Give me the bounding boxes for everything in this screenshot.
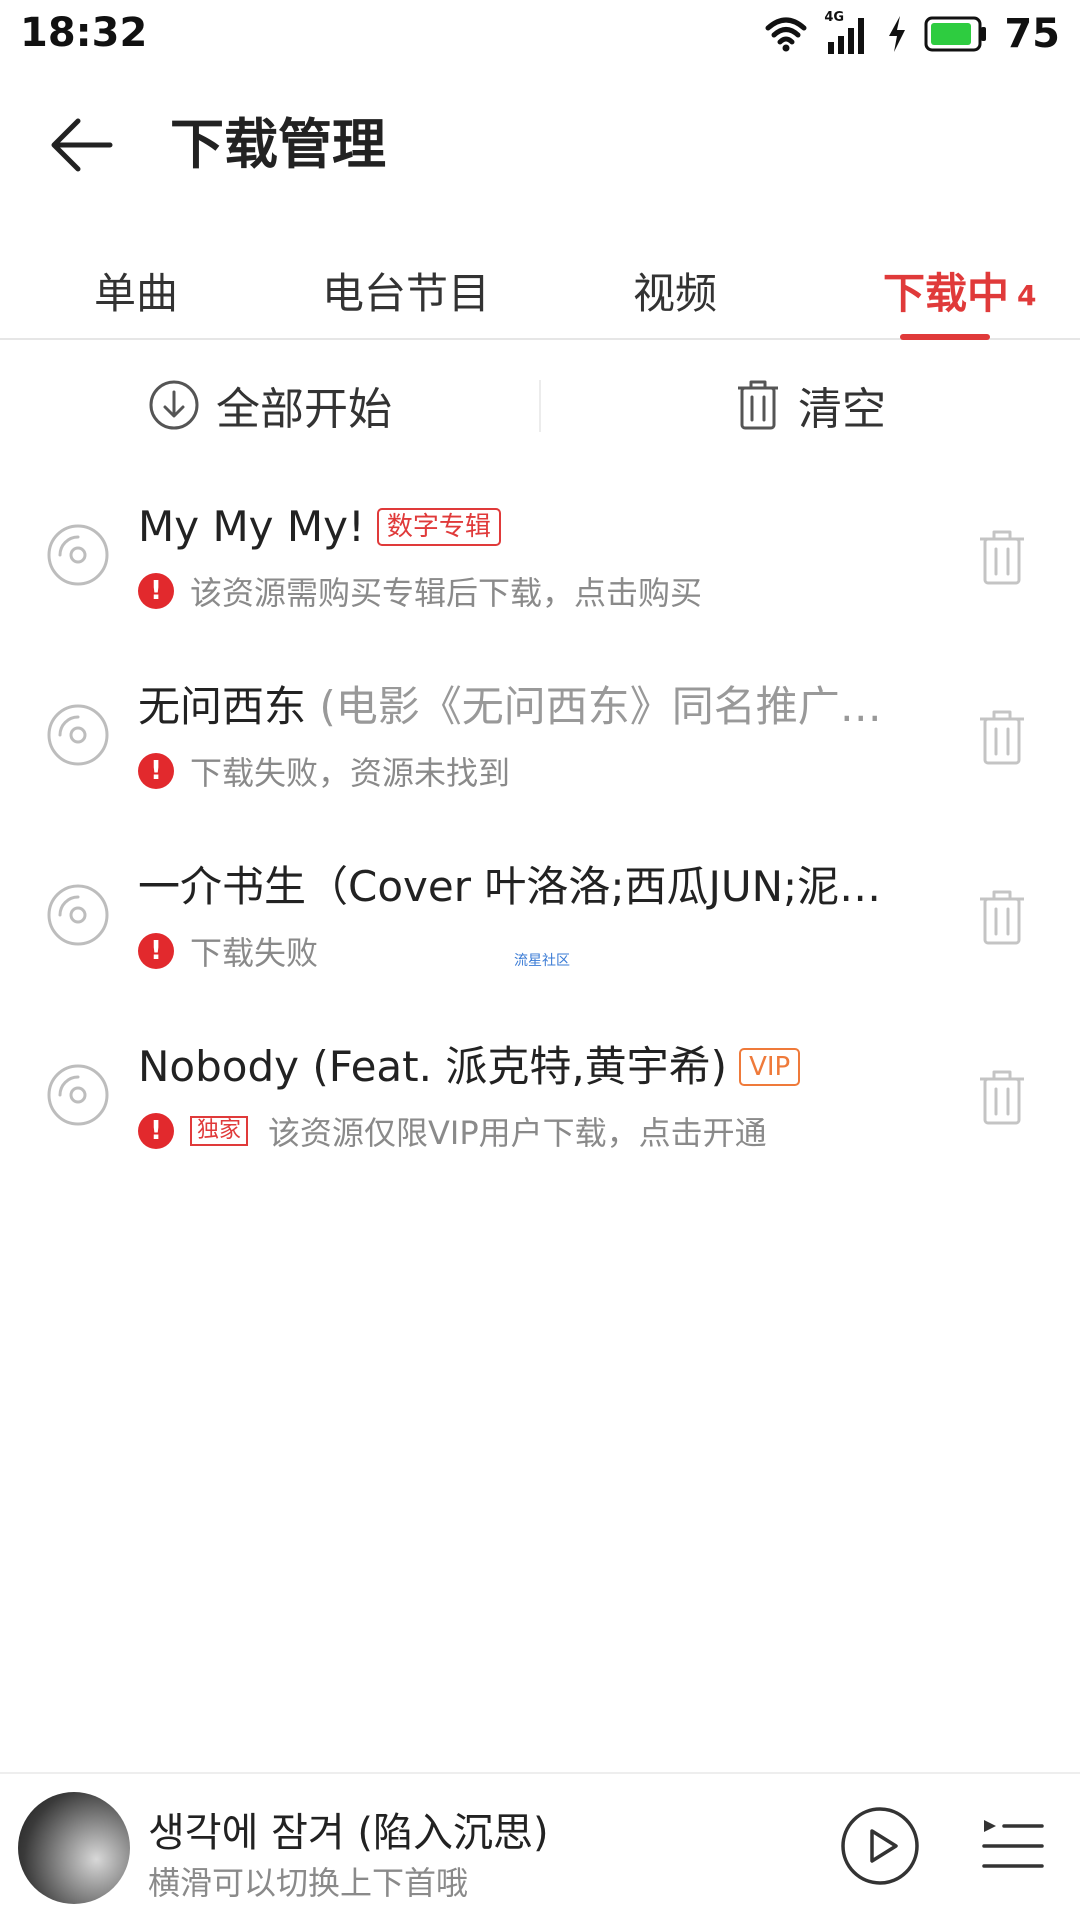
status-text: 该资源仅限VIP用户下载，点击开通 [268, 1114, 767, 1152]
play-icon[interactable] [840, 1806, 920, 1886]
list-item[interactable]: Nobody (Feat. 派克特,黄宇希) VIP ! 独家 该资源仅限VIP用… [0, 1015, 1080, 1195]
tab-videos[interactable]: 视频 [633, 240, 717, 340]
vip-badge: VIP [739, 1048, 801, 1086]
tab-radio-programs[interactable]: 电台节目 [322, 240, 490, 340]
action-row: 全部开始 清空 [0, 360, 1080, 450]
wifi-icon [765, 17, 807, 52]
battery-level: 75 [1004, 11, 1060, 57]
back-button[interactable] [42, 110, 122, 180]
tab-label: 下载中 [883, 268, 1010, 318]
song-title: My My My! 数字专辑 [138, 497, 928, 557]
song-name: My My My! [138, 502, 365, 551]
song-subtitle: (电影《无问西东》同名推广… [306, 682, 882, 731]
delete-icon[interactable] [976, 1067, 1028, 1127]
start-all-button[interactable]: 全部开始 [148, 360, 392, 450]
disc-icon [47, 524, 109, 586]
signal-icon: 4G [824, 10, 870, 56]
status-text: 下载失败，资源未找到 [190, 754, 511, 792]
song-name: 无问西东 [138, 682, 307, 731]
clear-button[interactable]: 清空 [734, 360, 886, 450]
player-hint: 横滑可以切换上下首哦 [148, 1864, 469, 1902]
tab-singles[interactable]: 单曲 [94, 240, 178, 340]
song-title: Nobody (Feat. 派克特,黄宇希) VIP [138, 1037, 928, 1097]
battery-icon [924, 16, 987, 52]
start-all-label: 全部开始 [216, 384, 392, 435]
tab-active-indicator [900, 334, 990, 340]
song-name: Nobody (Feat. 派克特,黄宇希) [138, 1042, 728, 1091]
disc-icon [47, 704, 109, 766]
download-status[interactable]: ! 该资源需购买专辑后下载，点击购买 [138, 569, 702, 613]
delete-icon[interactable] [976, 707, 1028, 767]
arrow-left-icon [51, 118, 113, 172]
download-status: ! 下载失败，资源未找到 [138, 749, 510, 793]
download-status: ! 下载失败 [138, 929, 318, 973]
album-art[interactable] [18, 1792, 130, 1904]
delete-icon[interactable] [976, 527, 1028, 587]
download-list: My My My! 数字专辑 ! 该资源需购买专辑后下载，点击购买 无问西东 (电… [0, 475, 1080, 1195]
song-title: 一介书生（Cover 叶洛洛;西瓜JUN;泥… [138, 857, 928, 917]
song-name: 一介书生（Cover 叶洛洛;西瓜JUN;泥… [138, 862, 882, 911]
disc-icon [47, 884, 109, 946]
tab-label: 视频 [633, 268, 718, 318]
status-text: 下载失败 [190, 934, 319, 972]
tab-label: 电台节目 [322, 268, 491, 318]
warning-icon: ! [138, 1113, 174, 1149]
download-status[interactable]: ! 独家 该资源仅限VIP用户下载，点击开通 [138, 1109, 767, 1153]
status-icons: 4G 75 [764, 8, 1060, 60]
warning-icon: ! [138, 573, 174, 609]
charging-icon [889, 16, 906, 52]
tab-count-badge: 4 [1017, 278, 1037, 312]
clear-label: 清空 [798, 384, 886, 435]
playlist-icon[interactable] [982, 1814, 1044, 1876]
player-song-title: 생각에 잠겨 (陷入沉思) [148, 1810, 549, 1856]
warning-icon: ! [138, 753, 174, 789]
download-circle-icon [149, 380, 199, 430]
list-item[interactable]: 无问西东 (电影《无问西东》同名推广… ! 下载失败，资源未找到 [0, 655, 1080, 835]
digital-album-badge: 数字专辑 [376, 508, 501, 546]
status-text: 该资源需购买专辑后下载，点击购买 [190, 574, 703, 612]
delete-icon[interactable] [976, 887, 1028, 947]
list-item[interactable]: My My My! 数字专辑 ! 该资源需购买专辑后下载，点击购买 [0, 475, 1080, 655]
warning-icon: ! [138, 933, 174, 969]
tab-label: 单曲 [94, 268, 179, 318]
watermark: 流星社区 [514, 953, 570, 969]
trash-icon [738, 380, 778, 430]
song-title: 无问西东 (电影《无问西东》同名推广… [138, 677, 928, 737]
status-bar: 18:32 4G 75 [0, 0, 1080, 70]
tab-bar: 单曲 电台节目 视频 下载中 4 [0, 240, 1080, 340]
page-title: 下载管理 [170, 113, 386, 176]
disc-icon [47, 1064, 109, 1126]
list-item[interactable]: 一介书生（Cover 叶洛洛;西瓜JUN;泥… ! 下载失败 [0, 835, 1080, 1015]
tab-downloading[interactable]: 下载中 4 [883, 240, 1037, 340]
divider [539, 380, 541, 432]
mini-player[interactable]: 생각에 잠겨 (陷入沉思) 横滑可以切换上下首哦 [0, 1772, 1080, 1920]
exclusive-badge: 独家 [190, 1116, 249, 1146]
title-bar: 下载管理 [0, 90, 1080, 200]
status-time: 18:32 [20, 10, 148, 56]
